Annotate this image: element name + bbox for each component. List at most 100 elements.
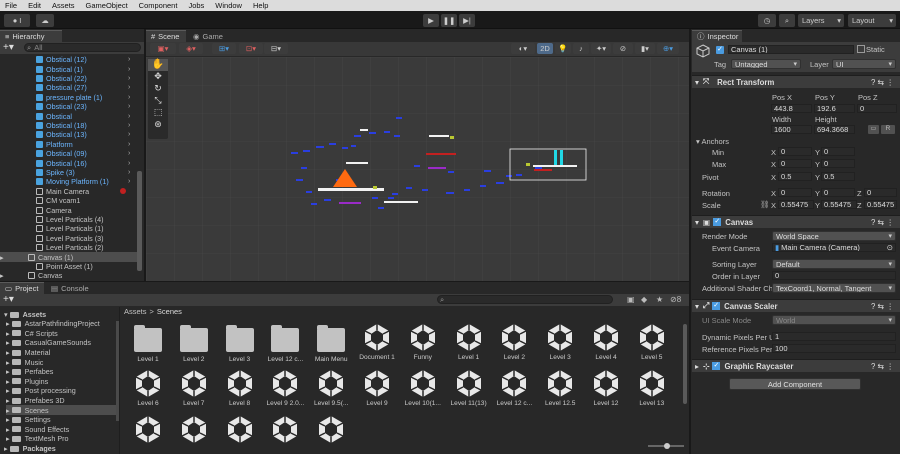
tab-console[interactable]: ▤ Console (46, 282, 94, 294)
scale-tool-icon[interactable]: ⤡ (148, 95, 168, 107)
pivot-dropdown[interactable]: ⊞▾ (212, 43, 236, 54)
hierarchy-item[interactable]: pressure plate (1) › (0, 93, 142, 102)
menu-window[interactable]: Window (210, 1, 248, 10)
chevron-right-icon[interactable]: › (128, 150, 130, 157)
filter-label-icon[interactable]: ◆ (641, 295, 647, 304)
graphic-raycaster-header[interactable]: ▸ ⊹ ✓ Graphic Raycaster ? ⇆ ⋮ (692, 359, 900, 372)
scale-x-field[interactable]: 0.55475 (778, 200, 814, 209)
chevron-right-icon[interactable]: › (128, 178, 130, 185)
pos-x-field[interactable]: 443.8 (771, 104, 812, 113)
tree-packages[interactable]: ▸ Packages (4, 444, 116, 454)
scene-asset[interactable]: Funny (403, 322, 443, 361)
scaler-enabled-checkbox[interactable]: ✓ (712, 302, 721, 310)
raycaster-enabled-checkbox[interactable]: ✓ (712, 362, 721, 370)
folder-asset[interactable]: Level 2 (174, 322, 214, 363)
chevron-right-icon[interactable]: ▸ (6, 338, 10, 347)
chevron-right-icon[interactable]: ▸ (6, 377, 10, 386)
chevron-right-icon[interactable]: ▸ (6, 329, 10, 338)
scene-asset[interactable] (265, 414, 305, 446)
rot-y-field[interactable]: 0 (821, 188, 855, 197)
hierarchy-item[interactable]: Level Particals (3) (0, 234, 142, 243)
order-field[interactable]: 0 (772, 271, 896, 280)
canvas-scaler-header[interactable]: ▾ ⤢ ✓ Canvas Scaler ? ⇆ ⋮ (692, 299, 900, 312)
folder-asset[interactable]: Level 1 (128, 322, 168, 363)
chevron-right-icon[interactable]: › (128, 160, 130, 167)
scene-asset[interactable]: Level 4 (586, 322, 626, 361)
folder-asset[interactable]: Main Menu (311, 322, 351, 363)
min-x-field[interactable]: 0 (778, 147, 812, 156)
scene-viewport[interactable]: ✋ ✥ ↻ ⤡ ⬚ ⊛ (146, 57, 689, 281)
visibility-toggle[interactable]: ⊘ (613, 43, 633, 54)
scene-asset[interactable]: Level 6 (128, 368, 168, 407)
link-icon[interactable]: ⛓ (760, 200, 770, 209)
pos-y-field[interactable]: 192.6 (814, 104, 855, 113)
add-icon[interactable]: +▾ (3, 42, 14, 53)
filter-type-icon[interactable]: ▣ (627, 295, 635, 304)
tree-scrollbar[interactable] (116, 321, 119, 421)
raw-edit-button[interactable]: R (881, 125, 895, 134)
scene-asset[interactable]: Level 5 (632, 322, 672, 361)
rotate-tool-icon[interactable]: ↻ (148, 83, 168, 95)
folder-asset[interactable]: Level 3 (220, 322, 260, 363)
scene-asset[interactable]: Level 12 c... (494, 368, 534, 407)
tree-folder-item[interactable]: ▸ Perfabes (6, 367, 118, 377)
snap-dropdown[interactable]: ⊟▾ (264, 43, 288, 54)
tree-folder-item[interactable]: ▸ Material (6, 348, 118, 358)
anchors-row[interactable]: ▾ Anchors (696, 137, 729, 146)
target-icon[interactable]: ⊙ (887, 244, 893, 251)
blueprint-button[interactable]: ▭ (868, 125, 879, 134)
menu-component[interactable]: Component (134, 1, 184, 10)
scene-asset[interactable]: Level 8 (220, 368, 260, 407)
component-menu-icons[interactable]: ? ⇆ ⋮ (871, 78, 894, 87)
chevron-right-icon[interactable]: ▸ (6, 434, 10, 443)
dynamic-pixels-field[interactable]: 1 (772, 332, 896, 341)
hierarchy-item[interactable]: Spike (3) › (0, 168, 142, 177)
draw-mode-dropdown[interactable]: ▣▾ (150, 43, 176, 54)
account-button[interactable]: ● I (4, 14, 30, 27)
menu-edit[interactable]: Edit (23, 1, 47, 10)
pivot-x-field[interactable]: 0.5 (778, 172, 812, 181)
scene-asset[interactable]: Level 7 (174, 368, 214, 407)
tab-scene[interactable]: # Scene (146, 30, 186, 42)
tree-folder-item[interactable]: ▸ Settings (6, 415, 118, 425)
scene-asset[interactable]: Level 13 (632, 368, 672, 407)
chevron-right-icon[interactable]: ▸ (6, 386, 10, 395)
tree-folder-item[interactable]: ▸ Music (6, 357, 118, 367)
pivot-y-field[interactable]: 0.5 (821, 172, 855, 181)
menu-file[interactable]: File (0, 1, 23, 10)
chevron-right-icon[interactable]: ▸ (6, 396, 10, 405)
hierarchy-item[interactable]: Obstical (22) › (0, 74, 142, 83)
project-search-input[interactable]: ⌕ (437, 295, 613, 304)
shader-dropdown[interactable]: TexCoord1, Normal, Tangent (772, 283, 896, 293)
camera-dropdown[interactable]: ▮▾ (635, 43, 655, 54)
hierarchy-item[interactable]: Obstical (18) › (0, 121, 142, 130)
hierarchy-item[interactable]: Obstical › (0, 111, 142, 121)
tree-folder-item[interactable]: ▸ CasualGameSounds (6, 338, 118, 348)
hierarchy-scrollbar[interactable] (137, 171, 142, 271)
active-checkbox[interactable]: ✓ (716, 46, 724, 54)
orientation-dropdown[interactable]: ◐▾ (511, 43, 535, 54)
hierarchy-item[interactable]: Obstical (16) › (0, 158, 142, 168)
tab-game[interactable]: ◉ Game (188, 30, 228, 42)
chevron-right-icon[interactable]: ▸ (6, 348, 10, 357)
scale-z-field[interactable]: 0.55475 (864, 200, 897, 209)
scene-asset[interactable] (220, 414, 260, 446)
tag-dropdown[interactable]: Untagged (731, 59, 801, 69)
scene-asset[interactable]: Level 9 2.0... (265, 368, 305, 407)
lighting-toggle[interactable]: 💡 (555, 43, 571, 54)
hierarchy-search-input[interactable]: ⌕ All (24, 43, 141, 52)
min-y-field[interactable]: 0 (821, 147, 855, 156)
hierarchy-item[interactable]: Camera (0, 205, 142, 215)
play-button[interactable]: ▶ (423, 14, 439, 27)
menu-gameobject[interactable]: GameObject (81, 1, 134, 10)
scene-asset[interactable] (311, 414, 351, 446)
tree-folder-item[interactable]: ▸ TextMesh Pro (6, 434, 118, 444)
hierarchy-item[interactable]: Obstical (1) › (0, 64, 142, 74)
hierarchy-item[interactable]: ▸ Canvas (0, 271, 142, 280)
shading-dropdown[interactable]: ◈▾ (179, 43, 203, 54)
event-camera-field[interactable]: ▮ Main Camera (Camera) ⊙ (772, 243, 896, 252)
chevron-right-icon[interactable]: ▸ (6, 415, 10, 424)
hand-tool-icon[interactable]: ✋ (148, 59, 168, 71)
hierarchy-item[interactable]: Main Camera (0, 187, 142, 196)
canvas-enabled-checkbox[interactable]: ✓ (713, 218, 722, 226)
